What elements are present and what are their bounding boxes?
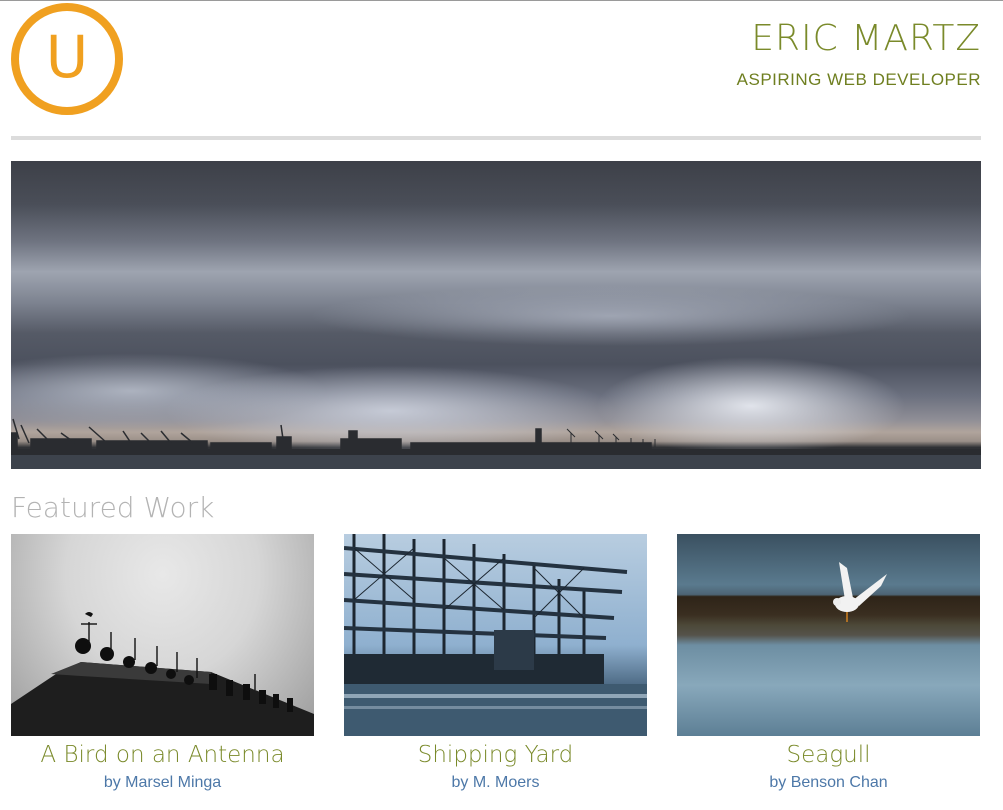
card-title[interactable]: Shipping Yard [344,741,647,771]
card-credit[interactable]: by Marsel Minga [11,774,314,792]
featured-card-bird[interactable]: A Bird on an Antenna by Marsel Minga [11,534,314,792]
harbor-silhouette [11,418,981,469]
card-title[interactable]: Seagull [677,741,980,771]
featured-card-seagull[interactable]: Seagull by Benson Chan [677,534,980,792]
header-divider [11,136,981,140]
site-owner-name: ERIC MARTZ [751,18,981,59]
hero-image [11,161,981,469]
cranes-silhouette [344,534,647,736]
featured-card-shipping[interactable]: Shipping Yard by M. Moers [344,534,647,792]
site-tagline: ASPIRING WEB DEVELOPER [736,70,981,89]
featured-work-heading: Featured Work [11,491,215,524]
logo-letter: U [45,23,89,91]
card-credit[interactable]: by M. Moers [344,774,647,792]
shipping-yard-photo[interactable] [344,534,647,736]
portfolio-page: U ERIC MARTZ ASPIRING WEB DEVELOPER Feat… [0,0,1003,810]
card-title[interactable]: A Bird on an Antenna [11,741,314,771]
bird-antenna-photo[interactable] [11,534,314,736]
card-credit[interactable]: by Benson Chan [677,774,980,792]
rooftop-silhouette [11,612,314,736]
logo[interactable]: U [11,3,123,115]
seagull-photo[interactable] [677,534,980,736]
seagull-silhouette [833,562,887,622]
